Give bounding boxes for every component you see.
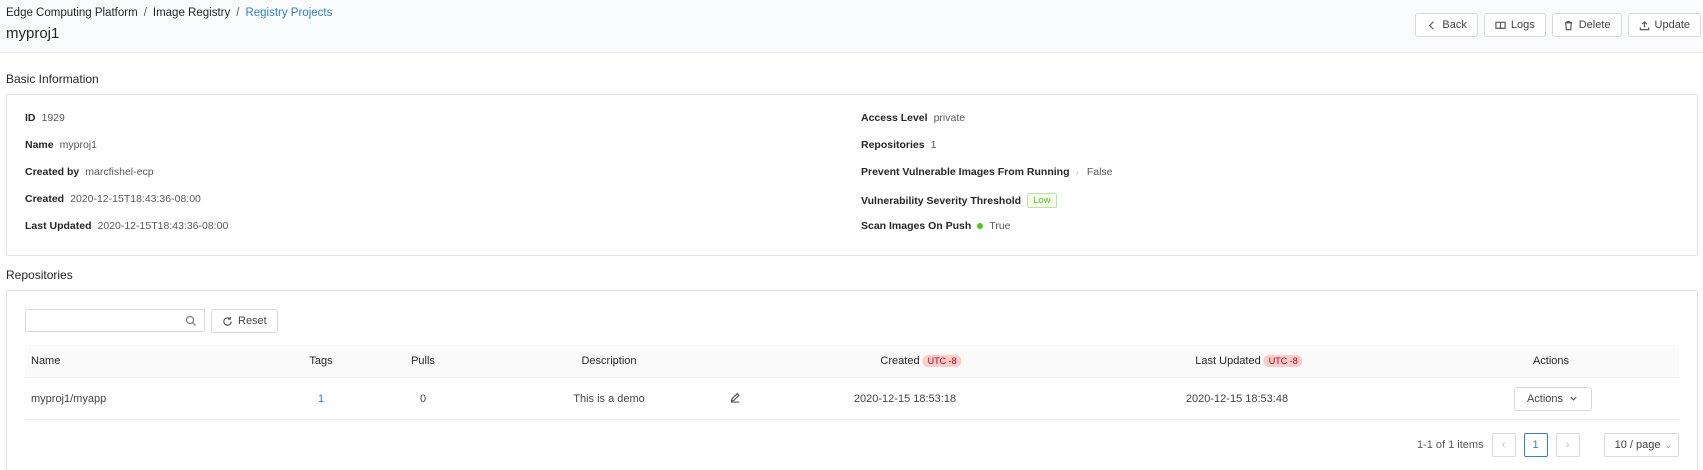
info-name-label: Name [25, 139, 54, 151]
logs-button[interactable]: Logs [1483, 13, 1546, 37]
chevron-down-icon [1570, 396, 1577, 401]
info-severity-label: Vulnerability Severity Threshold [861, 194, 1022, 207]
info-last-updated-label: Last Updated [25, 220, 92, 232]
breadcrumb-item-projects[interactable]: Registry Projects [245, 7, 332, 19]
info-id: ID 1929 [25, 112, 65, 124]
delete-button[interactable]: Delete [1551, 13, 1622, 37]
repo-description: This is a demo [573, 392, 645, 405]
info-name: Name myproj1 [25, 139, 97, 151]
pagination: 1-1 of 1 items ‹ 1 › 10 / page ⌄ [1417, 433, 1679, 457]
table-row: myproj1/myapp 1 0 This is a demo 2020-12… [25, 378, 1679, 420]
chevron-left-icon [1429, 20, 1435, 30]
col-name[interactable]: Name [31, 355, 60, 367]
col-created-label: Created [880, 355, 920, 367]
reset-button[interactable]: Reset [211, 309, 278, 333]
page-size-value: 10 / page [1614, 439, 1661, 451]
trash-icon [1564, 20, 1572, 30]
basic-info-card: ID 1929 Name myproj1 Created by marcfish… [6, 94, 1698, 256]
upload-icon [1639, 20, 1649, 30]
search-input[interactable] [26, 310, 176, 331]
info-prevent-vulnerable-value: False [1086, 166, 1113, 178]
info-created-value: 2020-12-15T18:43:36-08:00 [70, 193, 201, 205]
actions-label: Actions [1526, 392, 1564, 405]
col-created[interactable]: Created UTC -8 [880, 355, 962, 367]
next-page-button[interactable]: › [1555, 433, 1580, 457]
actions-dropdown-button[interactable]: Actions [1513, 386, 1593, 411]
info-access-level-value: private [933, 112, 966, 124]
col-last-updated[interactable]: Last Updated UTC -8 [1195, 355, 1303, 367]
chevron-down-icon: ⌄ [1664, 439, 1672, 450]
info-scan-on-push-label: Scan Images On Push [861, 220, 972, 232]
header-actions: Back Logs Delete Update [1415, 13, 1701, 37]
logs-label: Logs [1510, 19, 1535, 31]
utc-badge: UTC -8 [922, 355, 962, 367]
prev-page-button[interactable]: ‹ [1491, 433, 1516, 457]
info-created-by: Created by marcfishel-ecp [25, 166, 154, 178]
table-header: Name Tags Pulls Description Created UTC -… [25, 345, 1679, 378]
info-created: Created 2020-12-15T18:43:36-08:00 [25, 193, 201, 205]
severity-tag: Low [1027, 193, 1057, 208]
info-repositories-label: Repositories [861, 139, 925, 151]
info-id-label: ID [25, 112, 36, 124]
info-access-level: Access Level private [861, 112, 965, 124]
search-box [25, 309, 205, 332]
update-button[interactable]: Update [1627, 13, 1701, 37]
info-created-by-value: marcfishel-ecp [85, 166, 154, 178]
breadcrumb-item-registry[interactable]: Image Registry [153, 7, 230, 19]
repo-last-updated: 2020-12-15 18:53:48 [1185, 392, 1289, 405]
repositories-card: Reset Name Tags Pulls Description Create… [6, 290, 1698, 470]
info-prevent-vulnerable: Prevent Vulnerable Images From Running ›… [861, 166, 1113, 178]
page-size-select[interactable]: 10 / page ⌄ [1603, 433, 1679, 457]
col-pulls[interactable]: Pulls [411, 355, 435, 367]
info-prevent-vulnerable-label: Prevent Vulnerable Images From Running [861, 166, 1070, 178]
search-icon[interactable] [185, 315, 197, 327]
repo-tags-link[interactable]: 1 [318, 393, 324, 405]
back-button[interactable]: Back [1415, 13, 1478, 37]
breadcrumb: Edge Computing Platform / Image Registry / R… [6, 7, 332, 19]
info-created-label: Created [25, 193, 65, 205]
back-label: Back [1442, 19, 1467, 31]
info-scan-on-push: Scan Images On Push True [861, 220, 1011, 232]
repositories-title: Repositories [6, 268, 73, 282]
row-actions: Actions [1513, 386, 1593, 411]
repo-name[interactable]: myproj1/myapp [31, 393, 106, 405]
breadcrumb-item-platform[interactable]: Edge Computing Platform [6, 7, 138, 19]
update-label: Update [1654, 19, 1690, 31]
info-access-level-label: Access Level [861, 112, 928, 124]
page-title: myproj1 [6, 25, 60, 42]
basic-info-title: Basic Information [6, 72, 99, 86]
col-tags[interactable]: Tags [309, 355, 332, 367]
info-repositories: Repositories 1 [861, 139, 936, 151]
delete-label: Delete [1578, 19, 1611, 31]
refresh-icon [223, 316, 232, 326]
chevron-right-icon: › [1075, 166, 1079, 178]
edit-icon[interactable] [730, 392, 741, 406]
status-dot-icon [977, 223, 984, 229]
page-1-button[interactable]: 1 [1523, 433, 1548, 457]
breadcrumb-separator: / [236, 7, 240, 19]
col-description[interactable]: Description [581, 355, 636, 367]
info-repositories-value: 1 [930, 139, 937, 151]
info-created-by-label: Created by [25, 166, 80, 178]
info-last-updated-value: 2020-12-15T18:43:36-08:00 [97, 220, 229, 232]
info-last-updated: Last Updated 2020-12-15T18:43:36-08:00 [25, 220, 228, 232]
book-icon [1495, 21, 1506, 29]
info-severity: Vulnerability Severity Threshold Low [861, 193, 1057, 208]
pagination-summary: 1-1 of 1 items [1416, 439, 1484, 451]
repo-pulls: 0 [419, 392, 427, 405]
breadcrumb-separator: / [143, 7, 147, 19]
reset-label: Reset [238, 315, 267, 327]
info-id-value: 1929 [41, 112, 65, 124]
col-actions: Actions [1532, 355, 1570, 367]
repo-created: 2020-12-15 18:53:18 [853, 392, 957, 405]
info-scan-on-push-value: True [989, 220, 1011, 232]
page-header: Edge Computing Platform / Image Registry / R… [0, 0, 1703, 53]
repositories-table: Name Tags Pulls Description Created UTC -… [25, 345, 1679, 420]
info-name-value: myproj1 [59, 139, 97, 151]
utc-badge: UTC -8 [1263, 355, 1303, 367]
col-last-updated-label: Last Updated [1195, 355, 1261, 367]
